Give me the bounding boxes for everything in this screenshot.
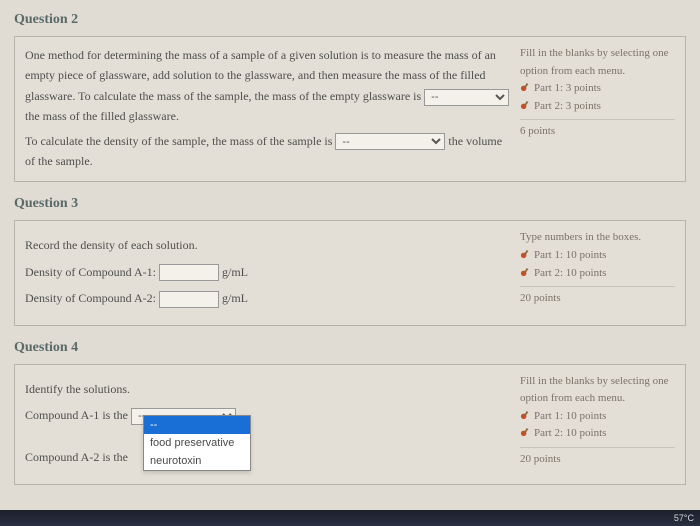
q4-total: 20 points	[520, 451, 675, 469]
question-4-body: Identify the solutions. Compound A-1 is …	[25, 373, 512, 474]
question-4-sidebar: Fill in the blanks by selecting one opti…	[520, 373, 675, 474]
question-3-sidebar: Type numbers in the boxes. Part 1: 10 po…	[520, 229, 675, 314]
question-4-header: Question 4	[14, 340, 686, 356]
pin-icon	[520, 248, 531, 259]
q3-row1-label: Density of Compound A-1:	[25, 265, 156, 279]
q3-instructions: Type numbers in the boxes.	[520, 229, 675, 247]
q3-part2: Part 2: 10 points	[520, 265, 675, 283]
unit-label: g/mL	[222, 291, 248, 305]
density-a1-input[interactable]	[159, 264, 219, 281]
q2-total: 6 points	[520, 123, 675, 141]
question-4-card: Identify the solutions. Compound A-1 is …	[14, 364, 686, 485]
dropdown-option[interactable]: neurotoxin	[144, 452, 250, 470]
q2-part1: Part 1: 3 points	[520, 80, 675, 98]
q2-blank-2-select[interactable]: --	[335, 133, 445, 150]
pin-icon	[520, 409, 531, 420]
q2-text-c: To calculate the density of the sample, …	[25, 134, 335, 148]
divider	[520, 447, 675, 448]
density-a2-input[interactable]	[159, 291, 219, 308]
q3-head: Record the density of each solution.	[25, 235, 512, 255]
unit-label: g/mL	[222, 265, 248, 279]
q2-part2: Part 2: 3 points	[520, 98, 675, 116]
q4-row1-label: Compound A-1 is the	[25, 408, 131, 422]
taskbar: 57°C	[0, 510, 700, 526]
q3-row2-label: Density of Compound A-2:	[25, 291, 156, 305]
question-2-card: One method for determining the mass of a…	[14, 36, 686, 182]
compound-a1-dropdown-list[interactable]: -- food preservative neurotoxin	[143, 415, 251, 471]
dropdown-option[interactable]: food preservative	[144, 434, 250, 452]
q4-part1: Part 1: 10 points	[520, 408, 675, 426]
question-3-body: Record the density of each solution. Den…	[25, 229, 512, 314]
q3-part1: Part 1: 10 points	[520, 247, 675, 265]
dropdown-option[interactable]: --	[144, 416, 250, 434]
q3-total: 20 points	[520, 290, 675, 308]
q4-part2: Part 2: 10 points	[520, 425, 675, 443]
q2-instructions: Fill in the blanks by selecting one opti…	[520, 45, 675, 80]
divider	[520, 119, 675, 120]
pin-icon	[520, 81, 531, 92]
question-2-sidebar: Fill in the blanks by selecting one opti…	[520, 45, 675, 171]
question-2-body: One method for determining the mass of a…	[25, 45, 512, 171]
q2-blank-1-select[interactable]: --	[424, 89, 509, 106]
divider	[520, 286, 675, 287]
question-3-card: Record the density of each solution. Den…	[14, 220, 686, 325]
pin-icon	[520, 266, 531, 277]
q4-row2-label: Compound A-2 is the	[25, 450, 128, 464]
q4-head: Identify the solutions.	[25, 379, 512, 399]
pin-icon	[520, 99, 531, 110]
q2-text-b: the mass of the filled glassware.	[25, 109, 179, 123]
question-2-header: Question 2	[14, 12, 686, 28]
pin-icon	[520, 426, 531, 437]
question-3-header: Question 3	[14, 196, 686, 212]
q4-instructions: Fill in the blanks by selecting one opti…	[520, 373, 675, 408]
taskbar-temp: 57°C	[674, 513, 694, 523]
